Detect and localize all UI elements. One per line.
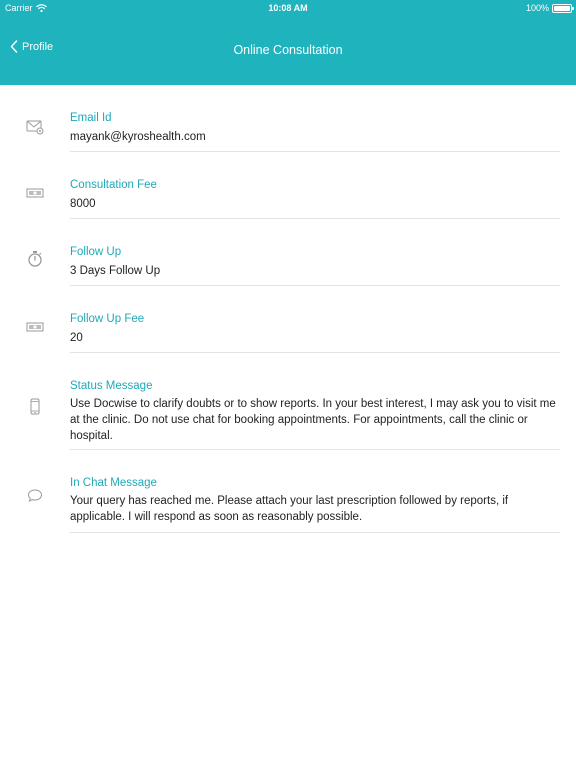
money-icon (26, 318, 44, 336)
status-battery: 100% (525, 3, 574, 13)
chat-bubble-icon (26, 486, 44, 504)
nav-header: Carrier 10:08 AM 100% Profile Online Con… (0, 0, 576, 85)
follow-up-value: 3 Days Follow Up (70, 265, 161, 277)
envelope-icon (26, 118, 44, 136)
follow-up-row[interactable]: Follow Up 3 Days Follow Up (0, 219, 576, 286)
battery-icon (552, 3, 574, 13)
page-title: Online Consultation (233, 43, 343, 57)
consultation-fee-label: Consultation Fee (70, 179, 157, 191)
consultation-fee-row[interactable]: Consultation Fee 8000 (0, 152, 576, 219)
email-value: mayank@kyroshealth.com (70, 131, 206, 143)
follow-up-fee-label: Follow Up Fee (70, 313, 145, 325)
stopwatch-icon (26, 250, 44, 268)
email-label: Email Id (70, 112, 112, 124)
follow-up-fee-value: 20 (70, 332, 83, 344)
consultation-fee-value: 8000 (70, 198, 96, 210)
status-bar: Carrier 10:08 AM 100% (0, 0, 576, 16)
email-row[interactable]: Email Id mayank@kyroshealth.com (0, 85, 576, 152)
follow-up-fee-row[interactable]: Follow Up Fee 20 (0, 286, 576, 353)
in-chat-message-row[interactable]: In Chat Message Your query has reached m… (0, 450, 576, 533)
battery-percent: 100% (525, 3, 549, 13)
status-time: 10:08 AM (268, 3, 308, 13)
follow-up-label: Follow Up (70, 246, 122, 258)
in-chat-message-label: In Chat Message (70, 477, 157, 489)
phone-icon (26, 398, 44, 416)
consultation-settings-list: Email Id mayank@kyroshealth.com Consulta… (0, 85, 576, 533)
status-message-value: Use Docwise to clarify doubts or to show… (70, 398, 556, 442)
money-icon (26, 184, 44, 202)
status-message-row[interactable]: Status Message Use Docwise to clarify do… (0, 353, 576, 450)
in-chat-message-value: Your query has reached me. Please attach… (70, 495, 509, 523)
status-message-label: Status Message (70, 380, 153, 392)
